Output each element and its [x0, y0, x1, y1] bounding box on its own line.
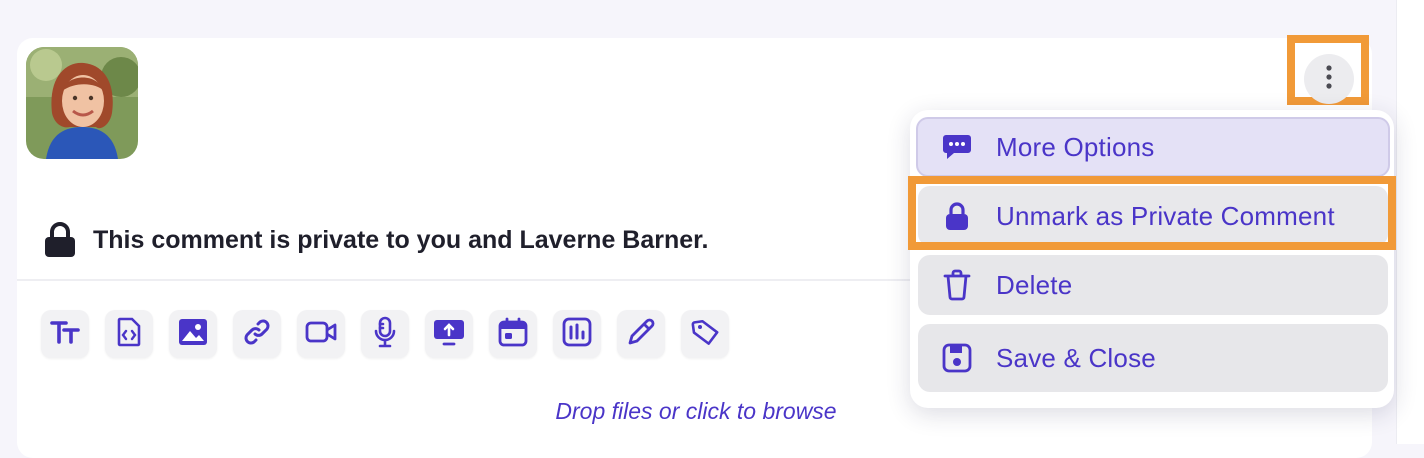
text-format-icon [50, 318, 80, 351]
menu-item-more-options[interactable]: More Options [916, 117, 1390, 177]
private-notice: This comment is private to you and Laver… [43, 220, 708, 260]
menu-item-label: More Options [996, 131, 1155, 162]
poll-icon [562, 317, 592, 352]
link-icon [242, 317, 272, 352]
screen-share-button[interactable] [425, 310, 473, 358]
menu-item-unmark-private[interactable]: Unmark as Private Comment [918, 186, 1388, 246]
code-file-icon [116, 317, 142, 352]
menu-item-label: Delete [996, 269, 1073, 300]
image-button[interactable] [169, 310, 217, 358]
text-format-button[interactable] [41, 310, 89, 358]
microphone-icon [373, 316, 397, 353]
trash-icon [940, 268, 974, 302]
microphone-button[interactable] [361, 310, 409, 358]
avatar [26, 47, 138, 159]
lock-icon [940, 199, 974, 233]
menu-item-delete[interactable]: Delete [918, 255, 1388, 315]
lock-icon [43, 222, 77, 258]
video-icon [305, 320, 337, 349]
chat-bubble-icon [940, 130, 974, 164]
scrollbar-track[interactable] [1396, 0, 1424, 444]
calendar-icon [498, 317, 528, 352]
calendar-button[interactable] [489, 310, 537, 358]
pencil-icon [626, 317, 656, 352]
link-button[interactable] [233, 310, 281, 358]
tag-button[interactable] [681, 310, 729, 358]
poll-button[interactable] [553, 310, 601, 358]
tag-icon [690, 317, 720, 352]
context-menu: More Options Unmark as Private Comment D… [908, 110, 1396, 408]
screen-share-icon [433, 318, 465, 351]
pencil-button[interactable] [617, 310, 665, 358]
menu-item-label: Save & Close [996, 342, 1156, 373]
code-file-button[interactable] [105, 310, 153, 358]
video-button[interactable] [297, 310, 345, 358]
menu-item-label: Unmark as Private Comment [996, 200, 1335, 231]
private-notice-text: This comment is private to you and Laver… [93, 225, 709, 254]
more-actions-button[interactable] [1304, 54, 1354, 104]
save-icon [940, 341, 974, 375]
vertical-dots-icon [1325, 64, 1333, 95]
menu-item-save-close[interactable]: Save & Close [918, 324, 1388, 392]
editor-toolbar [41, 310, 745, 358]
image-icon [178, 318, 208, 351]
